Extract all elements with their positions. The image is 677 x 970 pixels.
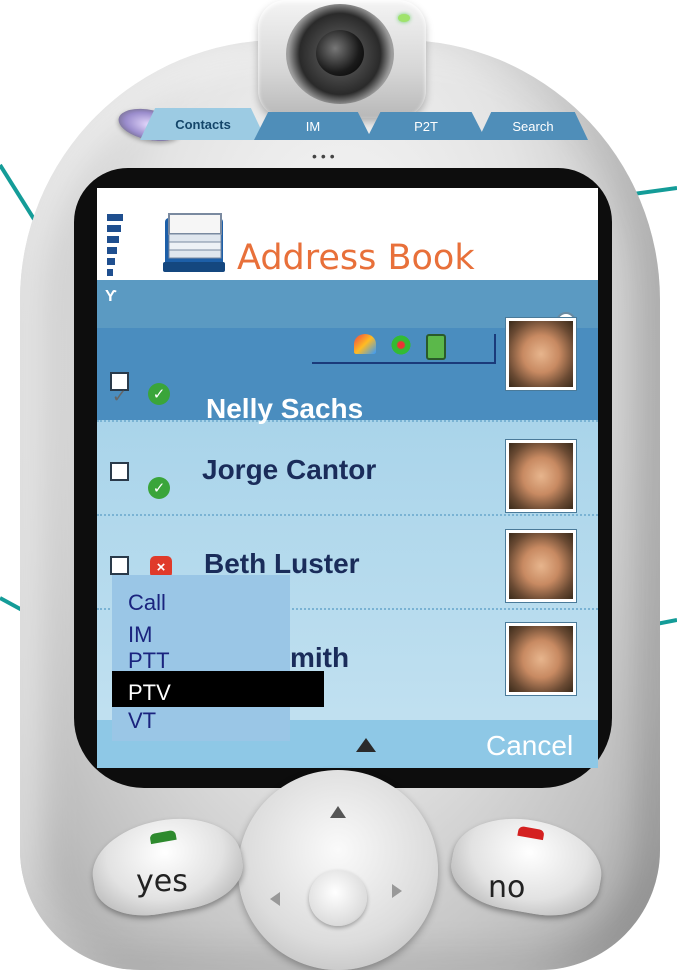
camera-led-icon xyxy=(398,14,410,22)
p2t-phone-icon xyxy=(426,334,446,360)
nav-right-arrow-icon[interactable] xyxy=(392,884,402,898)
contact-name[interactable]: mith xyxy=(290,642,349,674)
icq-flower-icon xyxy=(390,334,412,356)
tab-im[interactable]: IM xyxy=(254,112,372,140)
menu-item-ptt[interactable]: PTT xyxy=(128,648,170,674)
yes-key-label: yes xyxy=(136,864,188,899)
address-book-icon xyxy=(159,210,231,276)
contact-name[interactable]: Nelly Sachs xyxy=(206,393,363,425)
antenna-icon: Ƴ xyxy=(105,288,117,306)
online-status-icon: ✓ xyxy=(148,477,170,499)
menu-item-im[interactable]: IM xyxy=(128,622,152,648)
msn-icon xyxy=(354,334,376,354)
app-title: Address Book xyxy=(237,238,475,278)
nav-select-button[interactable] xyxy=(309,870,367,926)
app-header: Address Book xyxy=(97,188,598,280)
menu-item-ptv[interactable]: PTV xyxy=(128,680,171,706)
no-key-label: no xyxy=(488,870,525,905)
signal-strength-icon xyxy=(107,214,123,280)
menu-item-call[interactable]: Call xyxy=(128,590,166,616)
checkmark-icon: ✓ xyxy=(112,386,127,407)
contact-avatar xyxy=(506,530,576,602)
tab-contacts[interactable]: Contacts xyxy=(140,108,266,140)
contact-avatar xyxy=(506,440,576,512)
contact-name[interactable]: Jorge Cantor xyxy=(202,454,376,486)
cancel-softkey[interactable]: Cancel xyxy=(486,730,573,762)
contact-avatar xyxy=(506,318,576,390)
scroll-up-icon[interactable] xyxy=(356,738,376,752)
nav-up-arrow-icon[interactable] xyxy=(330,806,346,818)
row-divider xyxy=(97,514,598,516)
contact-checkbox[interactable] xyxy=(110,556,129,575)
online-status-icon: ✓ xyxy=(148,383,170,405)
menu-item-vt[interactable]: VT xyxy=(128,708,156,734)
im-presence-icons xyxy=(354,334,446,360)
tab-p2t[interactable]: P2T xyxy=(366,112,486,140)
speaker-grille: ••• xyxy=(312,148,339,164)
contact-checkbox[interactable] xyxy=(110,462,129,481)
tab-search[interactable]: Search xyxy=(478,112,588,140)
nav-left-arrow-icon[interactable] xyxy=(270,892,280,906)
contact-avatar xyxy=(506,623,576,695)
camera-lens-inner xyxy=(316,30,364,76)
